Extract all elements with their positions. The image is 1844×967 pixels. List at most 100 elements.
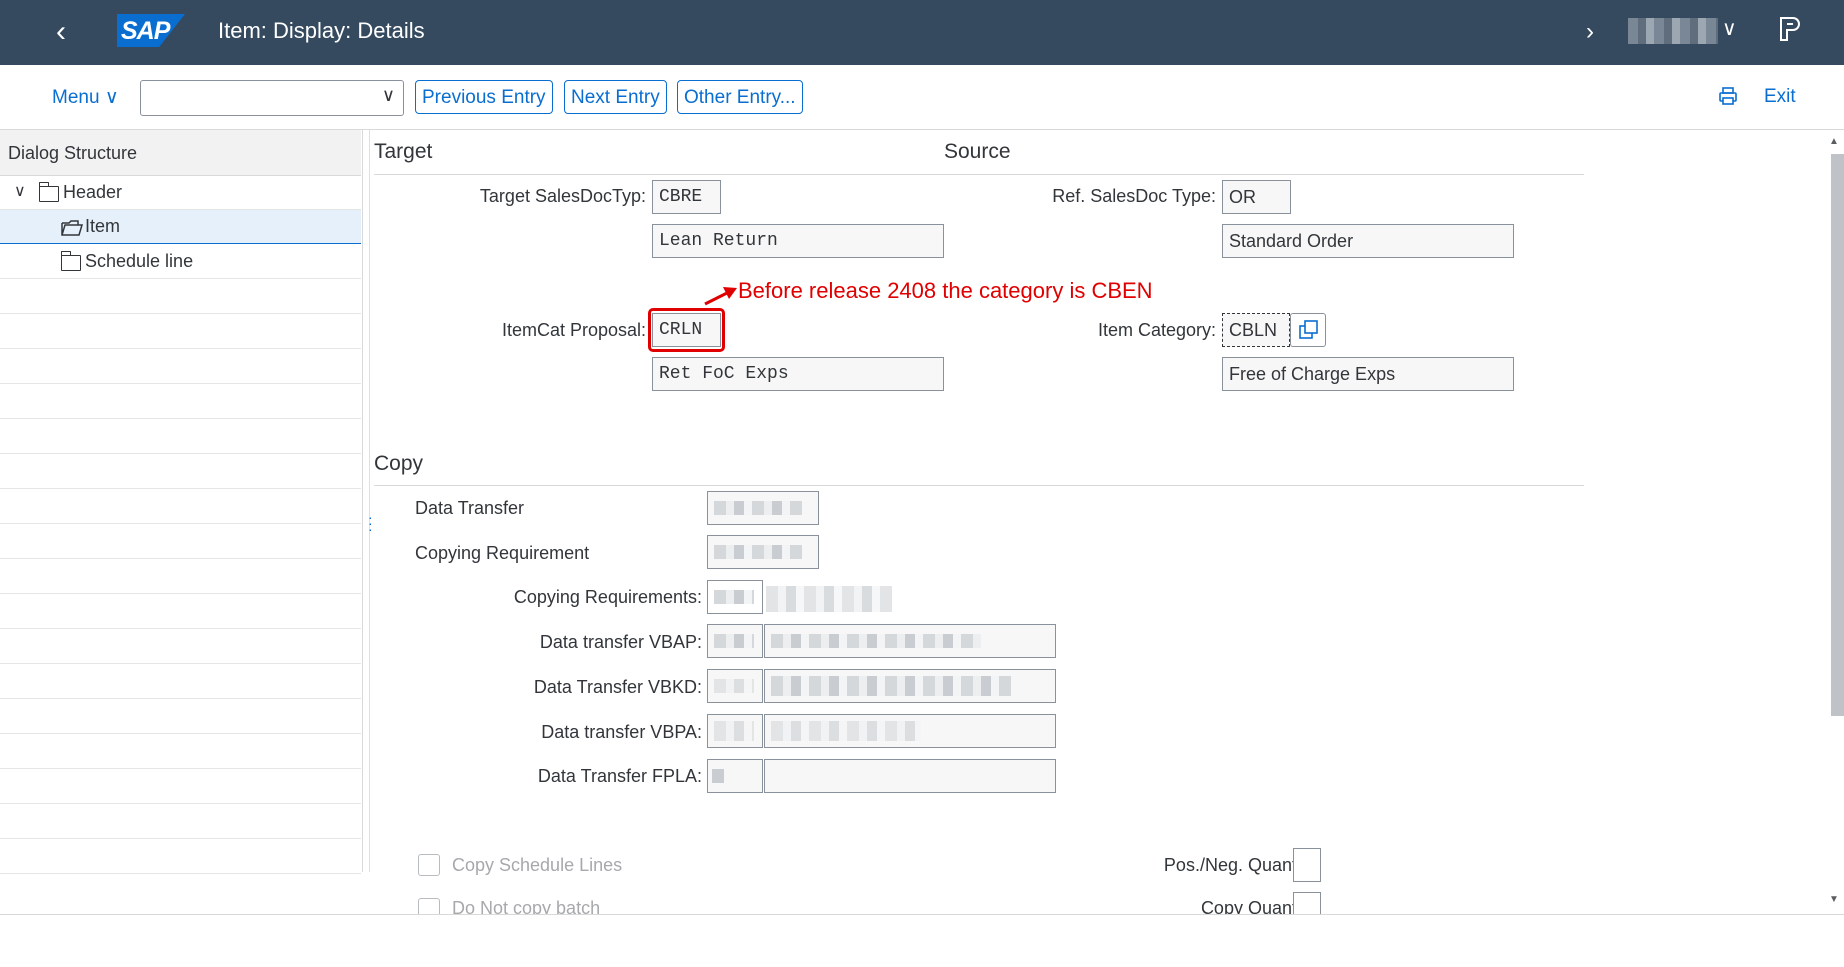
copying-requirement-field[interactable]	[707, 535, 819, 569]
annotation-arrow-icon	[703, 284, 739, 311]
tree-row-empty	[0, 455, 361, 489]
copying-requirements-field[interactable]	[707, 580, 763, 614]
redacted-value	[714, 501, 802, 515]
target-sales-doc-type-label: Target SalesDocTyp:	[479, 186, 646, 206]
tree-row-schedule-line[interactable]: Schedule line	[0, 245, 361, 279]
ref-sales-doc-type-field[interactable]: OR	[1222, 180, 1291, 214]
copy-quantity-label: Copy Quantity:	[1200, 898, 1320, 914]
folder-icon	[39, 182, 59, 202]
chevron-down-icon[interactable]: ∨	[14, 181, 26, 201]
clipped-row: Do Not copy batch Copy Quantity:	[0, 880, 1829, 914]
item-category-desc: Free of Charge Exps	[1222, 357, 1514, 391]
data-transfer-fpla-field[interactable]	[707, 759, 763, 793]
target-sales-doc-type-field[interactable]: CBRE	[652, 180, 721, 214]
other-entry-button[interactable]: Other Entry...	[677, 80, 803, 114]
copy-quantity-field[interactable]	[1293, 892, 1321, 914]
data-transfer-vbap-field[interactable]	[707, 624, 763, 658]
item-category-field[interactable]: CBLN	[1222, 313, 1290, 347]
data-transfer-vbap-desc	[764, 624, 1056, 658]
back-arrow-icon[interactable]: ‹	[56, 12, 86, 52]
section-divider	[374, 485, 1584, 486]
data-transfer-vbkd-desc	[764, 669, 1056, 703]
scrollbar-thumb[interactable]	[1831, 154, 1844, 716]
redacted-description	[766, 586, 892, 612]
menu-label: Menu	[52, 87, 100, 108]
ref-sales-doc-type-desc: Standard Order	[1222, 224, 1514, 258]
target-sales-doc-type-desc: Lean Return	[652, 224, 944, 258]
section-divider	[374, 174, 1584, 175]
tree-row-empty	[0, 560, 361, 594]
redacted-value	[714, 721, 754, 741]
data-transfer-label: Data Transfer	[415, 498, 525, 518]
menu-button[interactable]: Menu ∨	[52, 86, 119, 109]
data-transfer-vbpa-field[interactable]	[707, 714, 763, 748]
data-transfer-vbpa-desc	[764, 714, 1056, 748]
tree-row-empty	[0, 665, 361, 699]
redacted-value	[771, 634, 981, 648]
chevron-down-icon[interactable]: ∨	[1722, 16, 1737, 41]
user-name-redacted[interactable]	[1628, 18, 1718, 44]
target-section-title: Target	[374, 140, 433, 163]
tree-row-empty	[0, 385, 361, 419]
tree-row-item[interactable]: Item	[0, 210, 361, 244]
command-field[interactable]: ∨	[140, 80, 404, 116]
copy-icon[interactable]	[1290, 313, 1326, 347]
tree-row-empty	[0, 420, 361, 454]
sap-logo: SAP	[117, 14, 185, 47]
copying-requirements-label: Copying Requirements:	[513, 587, 702, 607]
exit-button[interactable]: Exit	[1764, 86, 1796, 108]
tree-label-item: Item	[85, 216, 121, 236]
tree-row-empty	[0, 595, 361, 629]
do-not-copy-batch-label: Do Not copy batch	[452, 898, 601, 914]
data-transfer-field[interactable]	[707, 491, 819, 525]
next-entry-button[interactable]: Next Entry	[564, 80, 667, 114]
product-switch-icon[interactable]	[1778, 16, 1804, 44]
pos-neg-quantity-label: Pos./Neg. Quantity:	[1163, 855, 1320, 875]
pos-neg-quantity-field[interactable]	[1293, 848, 1321, 882]
folder-icon	[61, 251, 81, 271]
app-title: Item: Display: Details	[218, 18, 425, 43]
data-transfer-vbkd-label: Data Transfer VBKD:	[533, 677, 702, 697]
chevron-down-icon: ∨	[104, 87, 119, 108]
tree-row-empty	[0, 490, 361, 524]
tree-row-empty	[0, 735, 361, 769]
chevron-down-icon[interactable]: ∨	[382, 85, 395, 106]
redacted-value	[714, 679, 754, 693]
redacted-value	[714, 634, 754, 648]
source-section-title: Source	[944, 140, 1011, 163]
tree-row-empty	[0, 840, 361, 874]
tree-row-empty	[0, 805, 361, 839]
tree-label-header: Header	[63, 182, 123, 202]
tree-row-empty	[0, 280, 361, 314]
tree-row-empty	[0, 700, 361, 734]
pane-splitter[interactable]	[363, 130, 370, 872]
copying-requirement-label: Copying Requirement	[415, 543, 590, 563]
redacted-value	[714, 590, 754, 604]
shell-bar: ‹ SAP Item: Display: Details › ∨	[0, 0, 1844, 65]
tree-row-header[interactable]: ∨ Header	[0, 176, 361, 210]
footer-bar	[0, 914, 1844, 967]
dialog-structure-title: Dialog Structure	[8, 143, 138, 163]
scroll-down-icon[interactable]: ▼	[1829, 894, 1839, 905]
data-transfer-fpla-label: Data Transfer FPLA:	[537, 766, 702, 786]
redacted-value	[712, 769, 724, 783]
item-category-label: Item Category:	[1097, 320, 1216, 340]
data-transfer-vbpa-label: Data transfer VBPA:	[541, 722, 702, 742]
tree-row-empty	[0, 350, 361, 384]
scroll-up-icon[interactable]: ▲	[1829, 136, 1839, 147]
chevron-right-icon[interactable]: ›	[1586, 18, 1594, 46]
redacted-value	[714, 545, 802, 559]
annotation-highlight-box	[648, 308, 725, 352]
print-icon[interactable]	[1718, 86, 1738, 112]
sap-logo-text: SAP	[121, 17, 170, 45]
do-not-copy-batch-checkbox[interactable]	[418, 898, 440, 914]
copy-schedule-lines-checkbox[interactable]	[418, 854, 440, 876]
copy-schedule-lines-label: Copy Schedule Lines	[452, 855, 623, 875]
tree-row-empty	[0, 525, 361, 559]
annotation-note: Before release 2408 the category is CBEN	[738, 278, 1153, 303]
data-transfer-vbkd-field[interactable]	[707, 669, 763, 703]
itemcat-proposal-desc: Ret FoC Exps	[652, 357, 944, 391]
previous-entry-button[interactable]: Previous Entry	[415, 80, 553, 114]
splitter-grip-icon[interactable]: · · ·	[368, 510, 373, 536]
data-transfer-vbap-label: Data transfer VBAP:	[539, 632, 702, 652]
